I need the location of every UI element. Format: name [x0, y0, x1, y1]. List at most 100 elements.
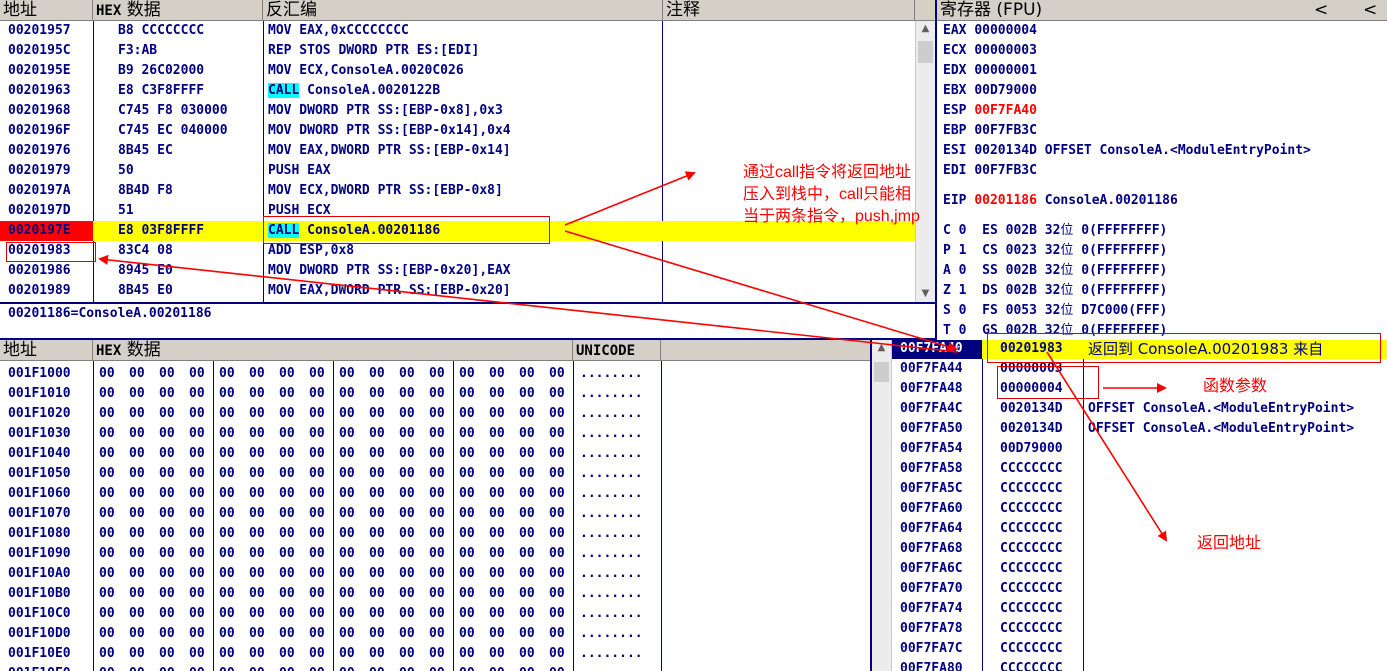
dump-byte[interactable]: 00 [249, 424, 271, 444]
dump-row[interactable]: 001F10A0 00 00 00 00 00 00 00 00 00 00 00 00 00 00 00 00… [0, 564, 870, 584]
dump-byte[interactable]: 00 [429, 444, 451, 464]
register-row[interactable]: ECX 00000003 [943, 41, 1387, 61]
stack-row[interactable]: 00F7FA58 CCCCCCCC [892, 459, 1387, 479]
dump-byte[interactable]: 00 [309, 564, 331, 584]
dump-byte[interactable]: 00 [99, 444, 121, 464]
dump-byte[interactable]: 00 [429, 464, 451, 484]
dump-byte[interactable]: 00 [549, 544, 571, 564]
register-row-eip[interactable]: EIP 00201186 ConsoleA.00201186 [943, 191, 1387, 211]
dump-byte[interactable]: 00 [129, 524, 151, 544]
dump-byte[interactable]: 00 [279, 644, 301, 664]
dump-byte[interactable]: 00 [369, 424, 391, 444]
dump-row[interactable]: 001F10D0 00 00 00 00 00 00 00 00 00 00 00 00 00 00 00 00… [0, 624, 870, 644]
flag-value[interactable]: 0 [959, 223, 967, 238]
dump-byte[interactable]: 00 [279, 464, 301, 484]
dump-byte[interactable]: 00 [249, 484, 271, 504]
dump-byte[interactable]: 00 [459, 524, 481, 544]
dump-byte[interactable]: 00 [99, 484, 121, 504]
dump-byte[interactable]: 00 [129, 404, 151, 424]
dump-byte[interactable]: 00 [399, 604, 421, 624]
dump-byte[interactable]: 00 [339, 504, 361, 524]
dump-byte[interactable]: 00 [489, 484, 511, 504]
dump-byte[interactable]: 00 [549, 664, 571, 671]
dump-byte[interactable]: 00 [519, 364, 541, 384]
stack-value[interactable]: 00D79000 [1000, 439, 1088, 459]
stack-row[interactable]: 00F7FA70 CCCCCCCC [892, 579, 1387, 599]
dump-byte[interactable]: 00 [339, 604, 361, 624]
dump-byte[interactable]: 00 [339, 424, 361, 444]
dump-byte[interactable]: 00 [339, 404, 361, 424]
dump-byte[interactable]: 00 [429, 504, 451, 524]
dump-byte[interactable]: 00 [519, 664, 541, 671]
dump-byte[interactable]: 00 [159, 424, 181, 444]
stack-value[interactable]: CCCCCCCC [1000, 539, 1088, 559]
stack-row[interactable]: 00F7FA78 CCCCCCCC [892, 619, 1387, 639]
dump-byte[interactable]: 00 [219, 384, 241, 404]
dump-row[interactable]: 001F1030 00 00 00 00 00 00 00 00 00 00 00 00 00 00 00 00… [0, 424, 870, 444]
dump-byte[interactable]: 00 [519, 604, 541, 624]
dump-byte[interactable]: 00 [459, 364, 481, 384]
dump-byte[interactable]: 00 [399, 424, 421, 444]
dump-byte[interactable]: 00 [339, 464, 361, 484]
dump-byte[interactable]: 00 [549, 604, 571, 624]
dump-byte[interactable]: 00 [429, 584, 451, 604]
dump-row[interactable]: 001F1000 00 00 00 00 00 00 00 00 00 00 00 00 00 00 00 00… [0, 364, 870, 384]
stack-value[interactable]: CCCCCCCC [1000, 519, 1088, 539]
dump-byte[interactable]: 00 [309, 484, 331, 504]
dump-byte[interactable]: 00 [399, 504, 421, 524]
dump-byte[interactable]: 00 [279, 544, 301, 564]
dump-byte[interactable]: 00 [249, 544, 271, 564]
dump-byte[interactable]: 00 [219, 584, 241, 604]
dump-byte[interactable]: 00 [189, 364, 211, 384]
stack-value[interactable]: CCCCCCCC [1000, 459, 1088, 479]
dump-byte[interactable]: 00 [99, 644, 121, 664]
flag-value[interactable]: 0 [959, 263, 967, 278]
stack-row[interactable]: 00F7FA7C CCCCCCCC [892, 639, 1387, 659]
dump-byte[interactable]: 00 [369, 564, 391, 584]
dump-byte[interactable]: 00 [339, 624, 361, 644]
dump-byte[interactable]: 00 [159, 504, 181, 524]
dump-byte[interactable]: 00 [549, 524, 571, 544]
dump-byte[interactable]: 00 [369, 464, 391, 484]
dump-byte[interactable]: 00 [309, 664, 331, 671]
dump-byte[interactable]: 00 [219, 504, 241, 524]
dump-byte[interactable]: 00 [159, 624, 181, 644]
dump-byte[interactable]: 00 [159, 404, 181, 424]
dump-byte[interactable]: 00 [489, 664, 511, 671]
dump-byte[interactable]: 00 [489, 444, 511, 464]
dump-byte[interactable]: 00 [129, 564, 151, 584]
dump-byte[interactable]: 00 [459, 624, 481, 644]
dump-byte[interactable]: 00 [429, 364, 451, 384]
flag-value[interactable]: 0 [959, 323, 967, 338]
dump-byte[interactable]: 00 [549, 624, 571, 644]
dump-byte[interactable]: 00 [279, 624, 301, 644]
dump-byte[interactable]: 00 [399, 384, 421, 404]
dump-byte[interactable]: 00 [489, 544, 511, 564]
dump-byte[interactable]: 00 [249, 404, 271, 424]
stack-value[interactable]: CCCCCCCC [1000, 499, 1088, 519]
dump-byte[interactable]: 00 [549, 564, 571, 584]
dump-byte[interactable]: 00 [429, 624, 451, 644]
dump-byte[interactable]: 00 [309, 584, 331, 604]
dump-byte[interactable]: 00 [99, 404, 121, 424]
dump-byte[interactable]: 00 [339, 584, 361, 604]
stack-value[interactable]: CCCCCCCC [1000, 619, 1088, 639]
disasm-row[interactable]: 00201957 B8 CCCCCCCC MOV EAX,0xCCCCCCCC [0, 21, 915, 41]
stack-row[interactable]: 00F7FA64 CCCCCCCC [892, 519, 1387, 539]
dump-byte[interactable]: 00 [519, 584, 541, 604]
dump-byte[interactable]: 00 [219, 624, 241, 644]
dump-byte[interactable]: 00 [249, 444, 271, 464]
dump-byte[interactable]: 00 [519, 564, 541, 584]
dump-byte[interactable]: 00 [129, 484, 151, 504]
dump-byte[interactable]: 00 [219, 444, 241, 464]
dump-byte[interactable]: 00 [189, 444, 211, 464]
dump-byte[interactable]: 00 [189, 644, 211, 664]
dump-byte[interactable]: 00 [129, 604, 151, 624]
dump-byte[interactable]: 00 [159, 484, 181, 504]
dump-byte[interactable]: 00 [249, 604, 271, 624]
stack-row[interactable]: 00F7FA6C CCCCCCCC [892, 559, 1387, 579]
dump-byte[interactable]: 00 [399, 624, 421, 644]
dump-byte[interactable]: 00 [399, 484, 421, 504]
dump-byte[interactable]: 00 [309, 624, 331, 644]
dump-byte[interactable]: 00 [189, 604, 211, 624]
